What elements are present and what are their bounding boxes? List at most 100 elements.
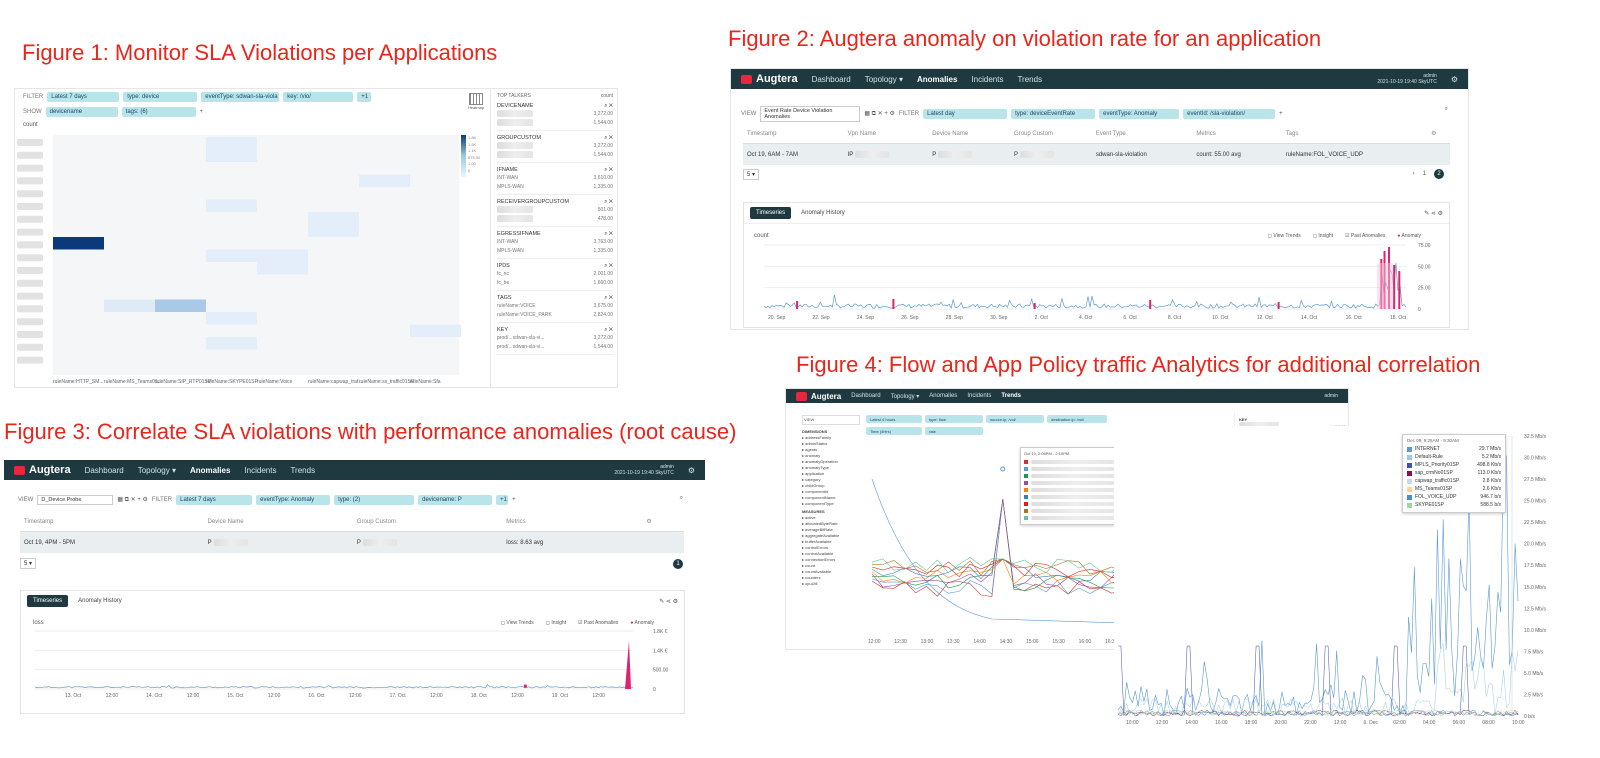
augtera-logo[interactable]: Augtera [741, 73, 798, 85]
top-talker-row[interactable]: fc_nc 2,001.00 [497, 270, 613, 279]
top-talker-row[interactable]: INT-WAN 3,763.00 [497, 238, 613, 247]
filter-chip[interactable]: type: flow [925, 415, 983, 423]
column-header[interactable]: Event Type [1091, 124, 1193, 144]
row-actions[interactable] [1427, 143, 1450, 166]
column-header[interactable]: Vpn Name [843, 124, 929, 144]
series-line[interactable] [763, 262, 1407, 309]
column-header[interactable]: Metrics [1192, 124, 1282, 144]
legend-view-trends[interactable]: ◻ View Trends [501, 620, 534, 626]
filter-chip[interactable]: type: device [123, 92, 198, 102]
heatmap-cell[interactable] [206, 137, 257, 150]
nav-item[interactable]: Dashboard [851, 393, 880, 400]
heatmap-cell[interactable] [359, 174, 410, 188]
nav-item[interactable]: Topology ▾ [865, 75, 903, 84]
nav-item[interactable]: Topology ▾ [891, 393, 920, 400]
top-talker-row[interactable]: 501.00 [497, 206, 613, 215]
legend-insight[interactable]: ◻ Insight [546, 620, 566, 626]
heatmap-cell[interactable] [206, 199, 257, 213]
anomaly-mark[interactable] [523, 684, 527, 688]
filter-chip[interactable]: type: deviceEventRate [1011, 109, 1096, 119]
column-header[interactable]: Device Name [928, 124, 1011, 144]
prev-page[interactable]: ‹ [1413, 171, 1415, 177]
anomaly-mark[interactable] [1393, 265, 1396, 309]
heatmap-cell[interactable] [257, 249, 308, 263]
heatmap-cell[interactable] [155, 299, 206, 313]
legend-anomaly[interactable]: ● Anomaly [630, 620, 654, 626]
augtera-logo[interactable]: Augtera [14, 464, 71, 476]
row-actions[interactable] [642, 531, 684, 554]
legend-past-anomalies[interactable]: ☑ Past Anomalies [578, 620, 618, 626]
column-header[interactable]: Timestamp [20, 512, 204, 532]
filter-chip[interactable]: eventType: Anomaly [1099, 109, 1180, 119]
more-filters-chip[interactable]: +1 [357, 92, 372, 102]
filter-chip[interactable]: source.ip: /vol/ [986, 415, 1044, 423]
card-actions-icons[interactable]: ✎ ⋖ ⚙ [1424, 210, 1443, 217]
top-talker-row[interactable]: ruleName:VOICE_PARK 2,824.00 [497, 311, 613, 320]
nav-item[interactable]: Trends [290, 466, 315, 475]
page-1[interactable]: 1 [1423, 171, 1426, 177]
anomaly-spike[interactable] [625, 641, 631, 689]
filter-chip[interactable]: key: /vio/ [283, 92, 354, 102]
filter-chip[interactable]: Latest day [923, 109, 1008, 119]
view-select[interactable]: D_Device Probe [37, 495, 114, 505]
page-size-select[interactable]: 5 ▾ [743, 169, 760, 180]
nav-item[interactable]: Incidents [244, 466, 276, 475]
view-actions-icons[interactable]: ▦ ⧉ ✕ + ⚙ [117, 496, 148, 504]
heatmap-cell[interactable] [410, 324, 461, 338]
table-row[interactable]: Oct 19, 4PM - 5PM P Ploss: 8.63 avg [20, 531, 684, 554]
tab-anomaly-history[interactable]: Anomaly History [72, 595, 128, 607]
heatmap-cell[interactable] [206, 312, 257, 325]
table-settings-icon[interactable]: ⚙ [642, 512, 684, 532]
heatmap-cell[interactable] [206, 249, 257, 263]
top-talker-row[interactable]: 3,272.00 [497, 110, 613, 119]
tab-anomaly-history[interactable]: Anomaly History [795, 207, 851, 219]
search-icon[interactable]: ⌕ [1445, 106, 1448, 113]
section-actions-icons[interactable]: ⌕ ✕ [604, 295, 613, 302]
column-header[interactable]: Timestamp [743, 124, 844, 144]
nav-item[interactable]: Anomalies [929, 393, 957, 400]
filter-chip[interactable]: eventId: /sla-violation/ [1183, 109, 1276, 119]
filter-chip[interactable]: eventType: sdwan-sla-viola [201, 92, 280, 102]
top-talker-row[interactable]: 1,544.00 [497, 119, 613, 128]
view-actions-icons[interactable]: ▦ ⧉ ✕ + ⚙ [864, 110, 895, 118]
section-actions-icons[interactable]: ⌕ ✕ [604, 231, 613, 238]
top-talker-row[interactable]: INT-WAN 3,610.00 [497, 174, 613, 183]
top-talker-row[interactable]: ruleName:VOICE 3,675.00 [497, 302, 613, 311]
show-chip[interactable]: tags: (6) [121, 107, 196, 117]
series-line[interactable] [34, 684, 633, 689]
anomaly-mark[interactable] [1398, 271, 1401, 309]
filter-chip[interactable]: eventType: Anomaly [256, 495, 331, 505]
page-size-select[interactable]: 5 ▾ [20, 558, 37, 569]
anomaly-mark[interactable] [796, 301, 799, 309]
page-2[interactable]: 2 [1434, 169, 1444, 179]
nav-item[interactable]: Trends [1017, 75, 1042, 84]
add-show-icon[interactable]: + [200, 109, 204, 115]
column-header[interactable]: Metrics [502, 512, 643, 532]
show-chip[interactable]: Time (4Hrs) [866, 427, 922, 435]
top-sort-select[interactable]: count [601, 93, 613, 99]
top-talker-row[interactable]: 3,272.00 [497, 142, 613, 151]
nav-item[interactable]: Dashboard [85, 466, 124, 475]
top-talker-row[interactable]: 1,544.00 [497, 151, 613, 160]
show-chip[interactable]: devicename [45, 107, 118, 117]
more-filters-chip[interactable]: +1 [496, 495, 509, 505]
top-talker-row[interactable]: prod/...sdwan-sla-vi... 1,544.00 [497, 343, 613, 352]
settings-icon[interactable]: ⚙ [1451, 75, 1458, 84]
filter-chip[interactable]: Latest 7 days [47, 92, 120, 102]
nav-item[interactable]: Incidents [967, 393, 991, 400]
augtera-logo[interactable]: Augtera [796, 391, 841, 401]
add-filter-icon[interactable]: + [512, 497, 516, 503]
filter-chip[interactable]: type: (2) [334, 495, 415, 505]
heatmap-cell[interactable] [308, 212, 359, 225]
settings-icon[interactable]: ⚙ [688, 466, 695, 475]
nav-item[interactable]: Incidents [971, 75, 1003, 84]
view-select[interactable]: Event Rate Device Violation Anomalies [760, 106, 861, 122]
column-header[interactable]: Device Name [203, 512, 353, 532]
filter-chip[interactable]: Latest 4 hours [866, 415, 922, 423]
heatmap-toggle[interactable]: Heatmap [465, 93, 487, 110]
section-actions-icons[interactable]: ⌕ ✕ [604, 135, 613, 142]
add-filter-icon[interactable]: + [1279, 111, 1283, 117]
section-actions-icons[interactable]: ⌕ ✕ [604, 327, 613, 334]
tab-timeseries[interactable]: Timeseries [27, 595, 69, 607]
anomaly-mark[interactable] [1277, 302, 1280, 309]
